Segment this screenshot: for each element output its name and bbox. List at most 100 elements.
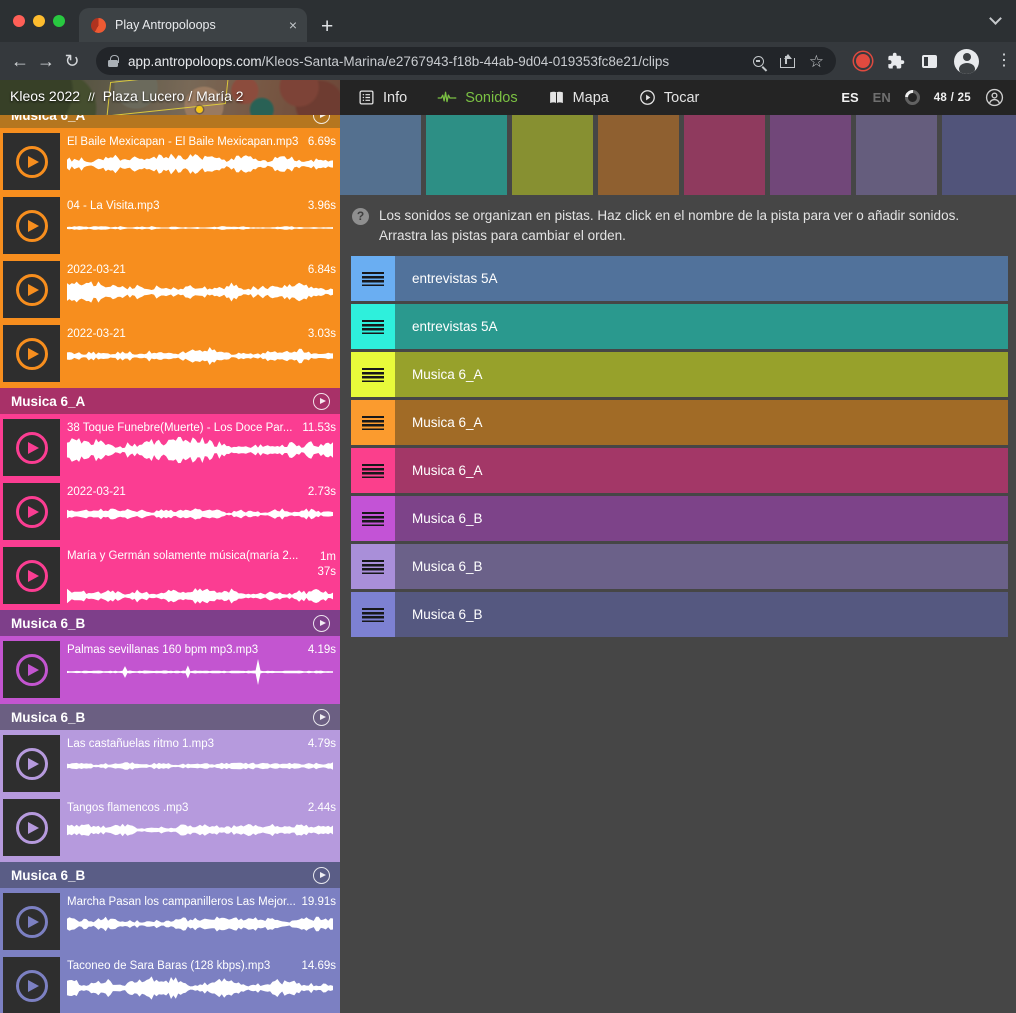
track-drag-handle[interactable] — [351, 448, 395, 493]
nav-item-sonidos[interactable]: Sonidos — [437, 90, 517, 106]
track-row-body[interactable]: entrevistas 5A — [395, 256, 1008, 301]
play-clip-button[interactable] — [3, 893, 60, 950]
clip-waveform — [67, 751, 333, 781]
play-clip-button[interactable] — [3, 325, 60, 382]
play-clip-button[interactable] — [3, 547, 60, 604]
clip-group-header[interactable]: Musica 6_A — [0, 388, 340, 414]
browser-menu-icon[interactable]: ⋮ — [996, 53, 1006, 69]
forward-button[interactable]: → — [36, 52, 56, 70]
clip-item[interactable]: 2022-03-212.73s — [0, 482, 340, 542]
side-panel-icon[interactable] — [922, 55, 937, 68]
clip-group-header[interactable]: Musica 6_A — [0, 115, 340, 128]
clip-item[interactable]: El Baile Mexicapan - El Baile Mexicapan.… — [0, 132, 340, 192]
clip-item[interactable]: Tangos flamencos .mp32.44s — [0, 798, 340, 858]
expand-group-icon[interactable] — [313, 709, 330, 726]
track-drag-handle[interactable] — [351, 496, 395, 541]
track-row-body[interactable]: Musica 6_B — [395, 496, 1008, 541]
track-row[interactable]: entrevistas 5A — [351, 304, 1008, 349]
play-clip-button[interactable] — [3, 799, 60, 856]
clip-item[interactable]: Las castañuelas ritmo 1.mp34.79s — [0, 734, 340, 794]
track-color-swatch[interactable] — [856, 115, 937, 195]
address-bar[interactable]: app.antropoloops.com/Kleos-Santa-Marina/… — [96, 47, 836, 75]
clip-item[interactable]: María y Germán solamente música(maría 2.… — [0, 546, 340, 606]
track-drag-handle[interactable] — [351, 304, 395, 349]
track-row[interactable]: Musica 6_A — [351, 352, 1008, 397]
expand-group-icon[interactable] — [313, 615, 330, 632]
clip-item[interactable]: Palmas sevillanas 160 bpm mp3.mp34.19s — [0, 640, 340, 700]
browser-tab[interactable]: Play Antropoloops × — [79, 8, 307, 42]
track-color-swatch[interactable] — [426, 115, 507, 195]
track-drag-handle[interactable] — [351, 256, 395, 301]
extensions-puzzle-icon[interactable] — [887, 52, 905, 70]
track-color-swatch[interactable] — [684, 115, 765, 195]
clip-item[interactable]: 04 - La Visita.mp33.96s — [0, 196, 340, 256]
clip-item[interactable]: Marcha Pasan los campanilleros Las Mejor… — [0, 892, 340, 952]
track-row-body[interactable]: entrevistas 5A — [395, 304, 1008, 349]
lock-icon[interactable] — [108, 55, 118, 67]
play-clip-button[interactable] — [3, 261, 60, 318]
play-clip-button[interactable] — [3, 735, 60, 792]
minimize-window-button[interactable] — [33, 15, 45, 27]
track-name: Musica 6_B — [412, 511, 483, 526]
close-tab-icon[interactable]: × — [289, 18, 297, 32]
zoom-indicator-icon[interactable] — [753, 56, 764, 67]
nav-item-info[interactable]: Info — [358, 89, 407, 106]
track-row[interactable]: Musica 6_B — [351, 592, 1008, 637]
clip-item[interactable]: Taconeo de Sara Baras (128 kbps).mp314.6… — [0, 956, 340, 1013]
clip-item[interactable]: 2022-03-213.03s — [0, 324, 340, 384]
clip-group-header[interactable]: Musica 6_B — [0, 704, 340, 730]
map-thumbnail[interactable]: Kleos 2022 // Plaza Lucero / María 2 — [0, 80, 340, 115]
track-row[interactable]: Musica 6_B — [351, 544, 1008, 589]
share-icon[interactable] — [780, 54, 793, 68]
language-es-button[interactable]: ES — [841, 90, 858, 105]
play-clip-button[interactable] — [3, 419, 60, 476]
track-color-swatch[interactable] — [598, 115, 679, 195]
track-row[interactable]: entrevistas 5A — [351, 256, 1008, 301]
drag-handle-icon — [362, 560, 384, 574]
url-domain: app.antropoloops.com — [128, 54, 262, 69]
url-text[interactable]: app.antropoloops.com/Kleos-Santa-Marina/… — [128, 54, 741, 69]
nav-item-mapa[interactable]: Mapa — [548, 90, 609, 106]
expand-group-icon[interactable] — [313, 867, 330, 884]
tab-search-chevron-icon[interactable] — [989, 12, 1002, 25]
reload-button[interactable]: ↻ — [62, 52, 82, 70]
play-clip-button[interactable] — [3, 197, 60, 254]
tracks-panel: ? Los sonidos se organizan en pistas. Ha… — [340, 115, 1016, 1013]
clip-group-header[interactable]: Musica 6_B — [0, 610, 340, 636]
track-row[interactable]: Musica 6_A — [351, 448, 1008, 493]
close-window-button[interactable] — [13, 15, 25, 27]
new-tab-button[interactable]: + — [321, 16, 333, 37]
track-color-swatch[interactable] — [770, 115, 851, 195]
clip-item[interactable]: 2022-03-216.84s — [0, 260, 340, 320]
clip-item[interactable]: 38 Toque Funebre(Muerte) - Los Doce Par.… — [0, 418, 340, 478]
track-row-body[interactable]: Musica 6_A — [395, 448, 1008, 493]
expand-group-icon[interactable] — [313, 393, 330, 410]
track-row-body[interactable]: Musica 6_B — [395, 592, 1008, 637]
expand-group-icon[interactable] — [313, 115, 330, 124]
play-clip-button[interactable] — [3, 133, 60, 190]
track-color-swatch[interactable] — [512, 115, 593, 195]
nav-item-tocar[interactable]: Tocar — [639, 89, 699, 106]
track-row[interactable]: Musica 6_B — [351, 496, 1008, 541]
track-row-body[interactable]: Musica 6_B — [395, 544, 1008, 589]
recording-extension-icon[interactable] — [856, 54, 870, 68]
clip-group-header[interactable]: Musica 6_B — [0, 862, 340, 888]
bookmark-star-icon[interactable]: ☆ — [809, 53, 824, 70]
play-clip-button[interactable] — [3, 957, 60, 1013]
track-row-body[interactable]: Musica 6_A — [395, 352, 1008, 397]
fullscreen-window-button[interactable] — [53, 15, 65, 27]
track-drag-handle[interactable] — [351, 400, 395, 445]
track-color-swatch[interactable] — [942, 115, 1016, 195]
track-row-body[interactable]: Musica 6_A — [395, 400, 1008, 445]
track-color-swatch[interactable] — [340, 115, 421, 195]
back-button[interactable]: ← — [10, 52, 30, 70]
track-drag-handle[interactable] — [351, 544, 395, 589]
track-drag-handle[interactable] — [351, 352, 395, 397]
play-clip-button[interactable] — [3, 483, 60, 540]
profile-icon[interactable] — [985, 88, 1004, 107]
language-en-button[interactable]: EN — [873, 90, 891, 105]
browser-profile-avatar[interactable] — [954, 49, 979, 74]
play-clip-button[interactable] — [3, 641, 60, 698]
track-drag-handle[interactable] — [351, 592, 395, 637]
track-row[interactable]: Musica 6_A — [351, 400, 1008, 445]
